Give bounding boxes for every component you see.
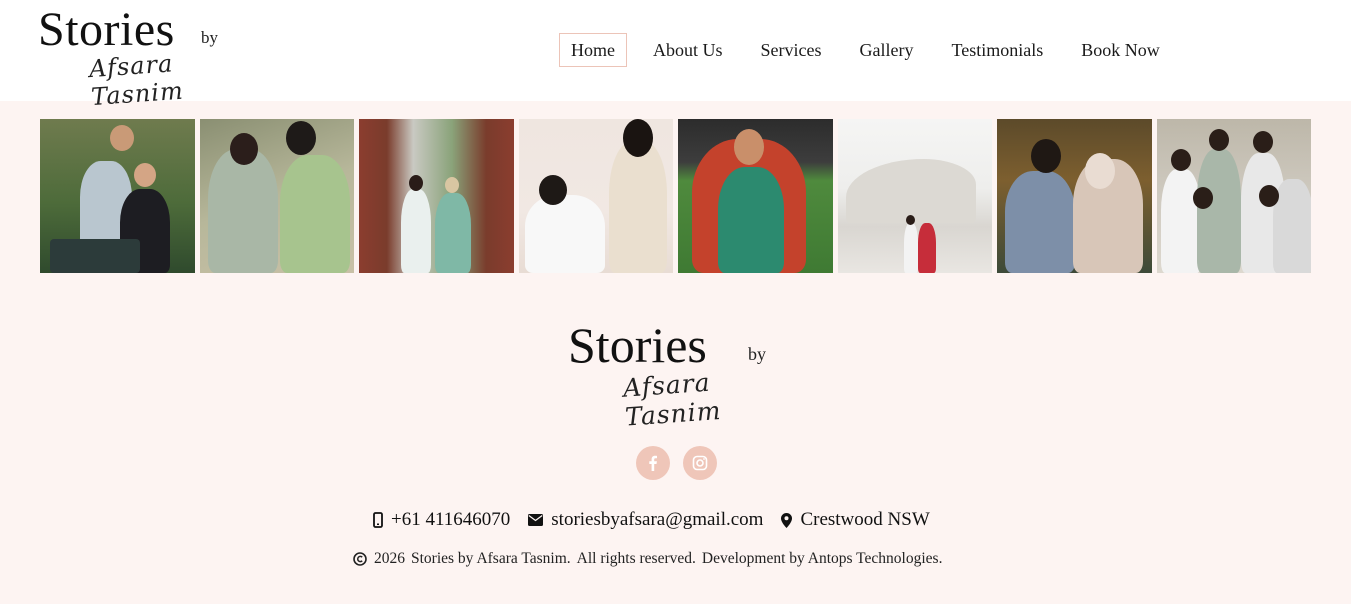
- contact-info: +61 411646070 storiesbyafsara@gmail.com …: [373, 509, 948, 531]
- nav-services[interactable]: Services: [749, 33, 834, 67]
- main-nav: Home About Us Services Gallery Testimoni…: [559, 33, 1186, 67]
- phone-link[interactable]: +61 411646070: [391, 509, 510, 531]
- gallery-photo-bridal-party[interactable]: [1156, 119, 1311, 273]
- copyright-year: 2026: [374, 550, 405, 567]
- map-pin-icon: [781, 512, 793, 528]
- nav-about-us[interactable]: About Us: [641, 33, 735, 67]
- copyright-rights: All rights reserved.: [576, 550, 696, 567]
- nav-gallery[interactable]: Gallery: [848, 33, 926, 67]
- gallery-photo-opera-house[interactable]: [837, 119, 992, 273]
- social-links: [636, 446, 717, 480]
- contact-location: Crestwood NSW: [781, 509, 930, 531]
- gallery-photo-couple[interactable]: [199, 119, 354, 273]
- gallery-photo-family[interactable]: [40, 119, 195, 273]
- nav-home[interactable]: Home: [559, 33, 627, 67]
- site-header: Stories by Afsara Tasnim Home About Us S…: [0, 0, 1351, 112]
- copyright-line: 2026 Stories by Afsara Tasnim. All right…: [353, 550, 948, 568]
- instagram-link[interactable]: [683, 446, 717, 480]
- footer-logo-script: Afsara Tasnim: [622, 367, 723, 432]
- facebook-link[interactable]: [636, 446, 670, 480]
- contact-phone[interactable]: +61 411646070: [373, 509, 510, 531]
- gallery-photo-maternity[interactable]: [518, 119, 673, 273]
- instagram-icon: [692, 455, 708, 471]
- gallery-photo-wedding-couple[interactable]: [997, 119, 1152, 273]
- nav-testimonials[interactable]: Testimonials: [939, 33, 1055, 67]
- contact-email[interactable]: storiesbyafsara@gmail.com: [528, 509, 763, 531]
- site-logo[interactable]: Stories by Afsara Tasnim: [38, 3, 238, 112]
- phone-icon: [373, 512, 383, 528]
- facebook-icon: [649, 455, 657, 471]
- copyright-owner: Stories by Afsara Tasnim.: [411, 550, 571, 567]
- envelope-icon: [528, 514, 544, 526]
- copyright-icon: [353, 552, 367, 566]
- nav-book-now[interactable]: Book Now: [1069, 33, 1172, 67]
- location-text: Crestwood NSW: [800, 509, 930, 530]
- logo-by: by: [201, 28, 218, 47]
- email-link[interactable]: storiesbyafsara@gmail.com: [551, 509, 763, 531]
- footer-logo-by: by: [748, 344, 766, 364]
- gallery-photo-couple-garden[interactable]: [359, 119, 514, 273]
- footer-logo-wordmark: Stories: [568, 317, 707, 373]
- gallery-strip: [40, 119, 1311, 273]
- logo-wordmark: Stories: [38, 3, 175, 56]
- footer-logo[interactable]: Stories by Afsara Tasnim: [568, 317, 788, 432]
- logo-script: Afsara Tasnim: [88, 49, 185, 112]
- copyright-dev[interactable]: Development by Antops Technologies.: [702, 550, 943, 568]
- gallery-photo-bride-portrait[interactable]: [678, 119, 833, 273]
